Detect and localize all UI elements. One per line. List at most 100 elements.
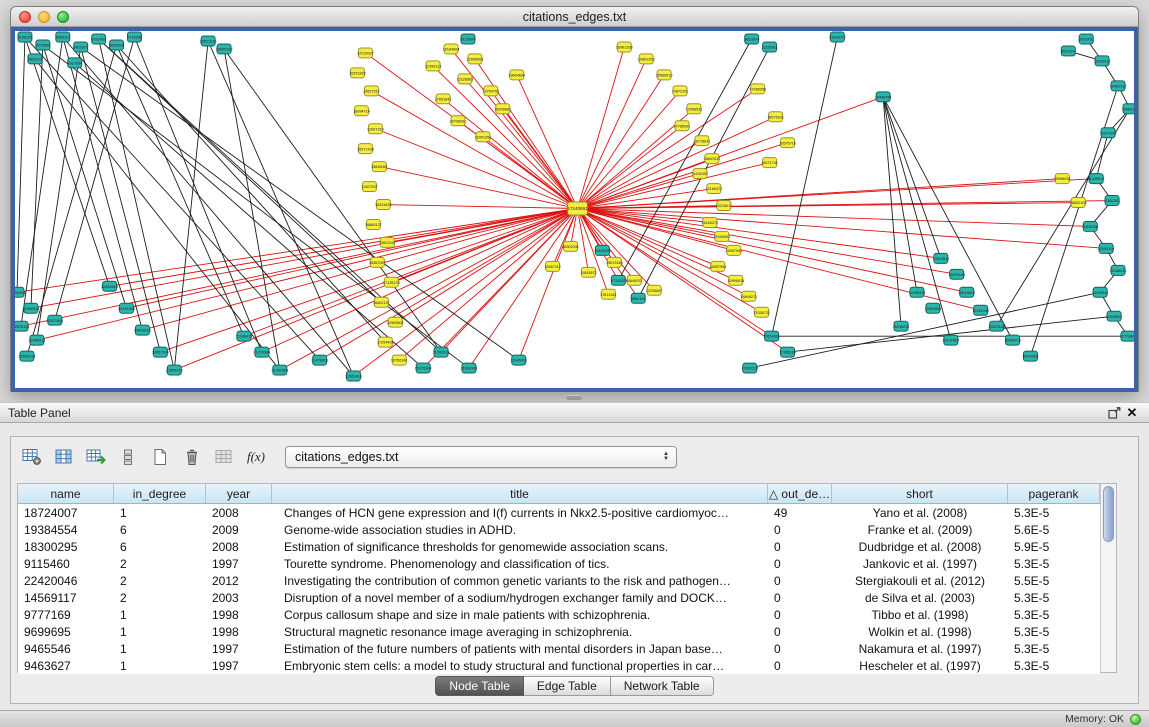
graph-node[interactable]: 9273504 — [36, 40, 51, 50]
table-row[interactable]: 946362711997Embryonic stem cells: a mode… — [18, 657, 1100, 674]
graph-node[interactable]: 19348455 — [594, 245, 611, 255]
minimize-window-button[interactable] — [38, 11, 50, 23]
graph-node[interactable]: 11543872 — [580, 267, 596, 277]
graph-node[interactable]: 20650613 — [101, 281, 118, 291]
graph-node[interactable]: 10203011 — [1078, 34, 1094, 44]
graph-edge[interactable] — [37, 209, 578, 341]
graph-node[interactable]: 9802113 — [28, 54, 42, 64]
select-columns-button[interactable] — [51, 444, 77, 470]
table-row[interactable]: 1830029562008Estimation of significance … — [18, 538, 1100, 555]
table-selector-combobox[interactable]: citations_edges.txt ▲ ▼ — [285, 446, 677, 468]
citation-network-graph[interactable]: 1724066112210627162518021452751218094714… — [15, 31, 1134, 388]
graph-node[interactable]: 16251802 — [349, 68, 366, 78]
graph-node[interactable]: 20957104 — [152, 347, 169, 357]
graph-node[interactable]: 17036721 — [753, 307, 770, 317]
graph-node[interactable]: 14513041 — [932, 253, 949, 263]
graph-node[interactable]: 8813074 — [744, 34, 759, 44]
graph-node[interactable]: 17614411 — [600, 289, 616, 299]
graph-edge[interactable] — [577, 209, 787, 353]
graph-node[interactable]: 22065063 — [467, 54, 484, 64]
graph-node[interactable]: 12166031 — [1110, 265, 1127, 275]
graph-edge[interactable] — [127, 209, 578, 309]
graph-node[interactable]: 11652301 — [1104, 196, 1120, 206]
graph-node[interactable]: 21614072 — [829, 32, 846, 42]
graph-edge[interactable] — [383, 205, 577, 209]
table-row[interactable]: 977716911998Corpus callosum shape and si… — [18, 606, 1100, 623]
graph-node[interactable]: 20521615 — [200, 36, 217, 46]
graph-node[interactable]: 19664604 — [508, 70, 525, 80]
graph-edge[interactable] — [483, 137, 578, 209]
graph-edge[interactable] — [21, 37, 63, 326]
graph-node[interactable]: 22480013 — [29, 335, 46, 345]
graph-node[interactable]: 13216011 — [716, 201, 732, 211]
table-settings-button[interactable] — [19, 444, 45, 470]
graph-node[interactable]: 22045013 — [510, 355, 527, 365]
graph-edge[interactable] — [883, 97, 1012, 340]
float-panel-button[interactable] — [1105, 405, 1123, 421]
graph-node[interactable]: 12236607 — [646, 285, 663, 295]
graph-edge[interactable] — [577, 91, 680, 209]
zoom-window-button[interactable] — [57, 11, 69, 23]
graph-edge[interactable] — [883, 97, 951, 340]
graph-node[interactable]: 15367057 — [369, 257, 386, 267]
row-tools-button[interactable] — [115, 444, 141, 470]
graph-node[interactable]: 16961263 — [616, 42, 633, 52]
graph-node[interactable]: 20863015 — [134, 325, 151, 335]
graph-node[interactable]: 22156304 — [15, 287, 25, 297]
graph-node[interactable]: 14646971 — [626, 275, 643, 285]
graph-node[interactable]: 16832104 — [1070, 198, 1087, 208]
column-header-title[interactable]: title — [272, 484, 768, 503]
graph-node[interactable]: 15322104 — [988, 321, 1005, 331]
graph-edge[interactable] — [25, 37, 320, 360]
column-header-out_de[interactable]: △ out_de… — [768, 484, 832, 503]
panel-splitter[interactable] — [0, 392, 1149, 402]
graph-node[interactable]: 9854103 — [631, 293, 646, 303]
graph-node[interactable]: 9636202 — [109, 40, 124, 50]
graph-node[interactable]: 18094714 — [353, 106, 370, 116]
graph-node[interactable]: 21478013 — [311, 355, 328, 365]
graph-node[interactable]: 21064513 — [166, 365, 183, 375]
graph-node[interactable]: 17254402 — [377, 337, 394, 347]
graph-node[interactable]: 16137804 — [942, 335, 959, 345]
graph-edge[interactable] — [99, 39, 175, 370]
graph-node[interactable]: 15181042 — [972, 305, 989, 315]
graph-node[interactable]: 9917654 — [67, 58, 82, 68]
graph-node[interactable]: 22560314 — [19, 351, 36, 361]
graph-edge[interactable] — [469, 209, 578, 369]
column-header-name[interactable]: name — [18, 484, 114, 503]
function-builder-button[interactable]: f(x) — [243, 444, 269, 470]
graph-node[interactable]: 11546901 — [714, 231, 730, 241]
graph-edge[interactable] — [577, 97, 883, 209]
graph-node[interactable]: 12274143 — [1100, 128, 1117, 138]
table-row[interactable]: 946554611997Estimation of the future num… — [18, 640, 1100, 657]
graph-node[interactable]: 21780513 — [433, 347, 450, 357]
column-header-pagerank[interactable]: pagerank — [1008, 484, 1100, 503]
graph-node[interactable]: 16571438 — [357, 144, 374, 154]
close-panel-button[interactable]: ✕ — [1123, 405, 1141, 421]
graph-node[interactable]: 14872201 — [672, 86, 689, 96]
graph-edge[interactable] — [371, 91, 577, 209]
graph-node[interactable]: 18301051 — [475, 132, 492, 142]
delete-table-button[interactable] — [179, 444, 205, 470]
graph-edge[interactable] — [788, 316, 1115, 352]
graph-node[interactable]: 17902213 — [741, 363, 758, 373]
graph-node[interactable]: 12779804 — [1120, 331, 1134, 341]
column-header-year[interactable]: year — [206, 484, 272, 503]
graph-edge[interactable] — [224, 49, 280, 370]
graph-edge[interactable] — [379, 167, 577, 209]
graph-node[interactable]: 9510467 — [91, 34, 106, 44]
graph-node[interactable]: 11445513 — [1088, 174, 1104, 184]
graph-node[interactable]: 18331631 — [375, 200, 392, 210]
graph-node[interactable]: 15450213 — [1004, 335, 1021, 345]
table-row[interactable]: 969969511998Structural magnetic resonanc… — [18, 623, 1100, 640]
graph-node[interactable]: 21560414 — [345, 371, 362, 381]
graph-node[interactable]: 13601947 — [379, 237, 396, 247]
table-row[interactable]: 2242004622012Investigating the contribut… — [18, 572, 1100, 589]
graph-node[interactable]: 12210627 — [357, 48, 374, 58]
graph-edge[interactable] — [577, 179, 1096, 209]
graph-node[interactable]: 16756341 — [391, 355, 408, 365]
graph-node[interactable]: 17851841 — [435, 94, 452, 104]
graph-node[interactable]: 22671504 — [46, 315, 63, 325]
graph-edge[interactable] — [577, 209, 956, 275]
graph-edge[interactable] — [55, 37, 135, 320]
